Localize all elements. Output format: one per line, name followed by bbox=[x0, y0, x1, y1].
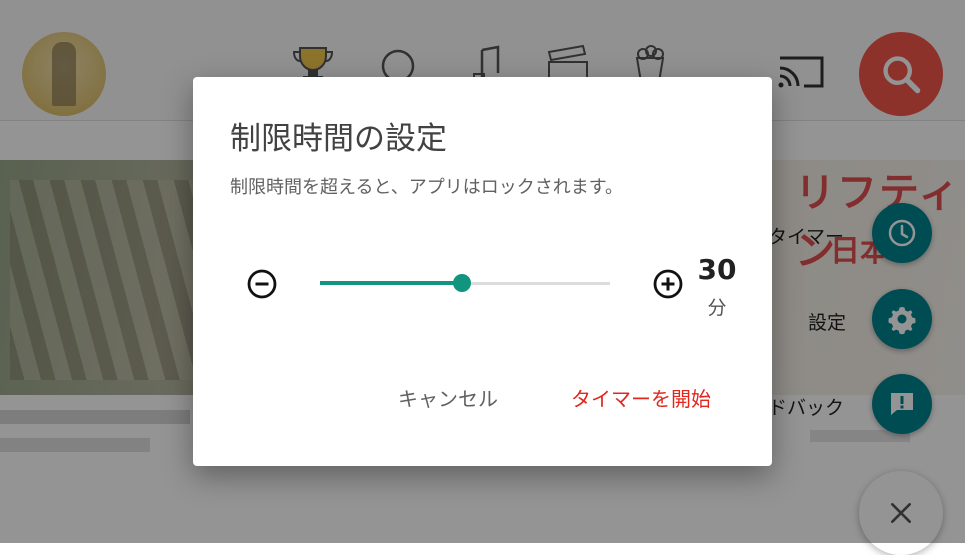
minus-circle-icon bbox=[247, 269, 277, 299]
time-value: 30 bbox=[697, 253, 737, 286]
decrement-button[interactable] bbox=[243, 265, 281, 303]
start-timer-button[interactable]: タイマーを開始 bbox=[571, 383, 711, 412]
plus-circle-icon bbox=[653, 269, 683, 299]
increment-button[interactable] bbox=[649, 265, 687, 303]
dialog-title: 制限時間の設定 bbox=[230, 121, 447, 157]
dialog-message: 制限時間を超えると、アプリはロックされます。 bbox=[230, 177, 623, 198]
slider-fill bbox=[320, 281, 463, 285]
time-limit-dialog: 制限時間の設定 制限時間を超えると、アプリはロックされます。 30 分 キャンセ… bbox=[193, 77, 772, 466]
cancel-button[interactable]: キャンセル bbox=[398, 383, 498, 412]
time-slider[interactable] bbox=[320, 273, 610, 293]
time-unit: 分 bbox=[707, 297, 727, 319]
slider-thumb[interactable] bbox=[453, 274, 472, 292]
